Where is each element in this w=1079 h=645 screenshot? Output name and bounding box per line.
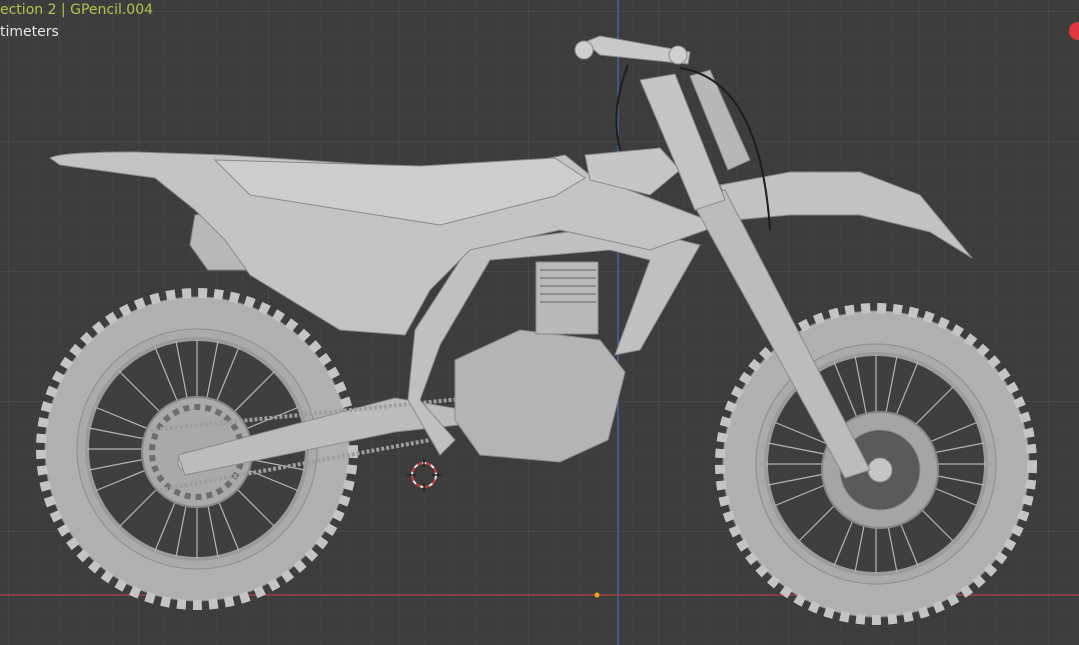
collection-object-label: ection 2 | GPencil.004 bbox=[0, 2, 154, 18]
3d-viewport[interactable]: ection 2 | GPencil.004 timeters bbox=[0, 0, 1079, 645]
viewport-canvas[interactable] bbox=[0, 0, 1079, 645]
unit-scale-label: timeters bbox=[0, 24, 59, 40]
origin-point-icon bbox=[594, 592, 600, 598]
engine-cylinder bbox=[535, 261, 599, 335]
engine bbox=[454, 329, 626, 463]
